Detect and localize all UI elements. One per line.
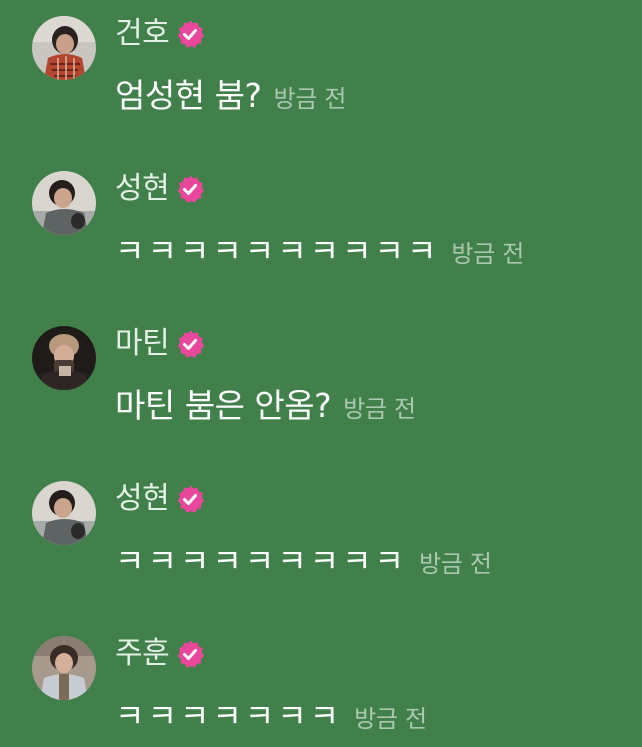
message-header: 건호 xyxy=(115,14,205,54)
message-time: 방금 전 xyxy=(354,705,427,733)
message-header: 마틴 xyxy=(115,324,205,364)
message-text: 엄성현 붐? xyxy=(115,76,262,115)
message-time: 방금 전 xyxy=(451,240,525,268)
author-name[interactable]: 성현 xyxy=(115,169,170,209)
message-header: 성현 xyxy=(115,169,205,209)
chat-message: 성현 ㅋㅋㅋㅋㅋㅋㅋㅋㅋ 방금 전 xyxy=(0,465,642,585)
message-time: 방금 전 xyxy=(273,85,347,113)
message-text: 마틴 붐은 안옴? xyxy=(115,386,332,425)
message-text: ㅋㅋㅋㅋㅋㅋㅋ xyxy=(115,697,343,735)
message-body: ㅋㅋㅋㅋㅋㅋㅋㅋㅋㅋ 방금 전 xyxy=(115,227,524,275)
verified-badge-icon xyxy=(175,19,205,49)
message-body: 마틴 붐은 안옴? 방금 전 xyxy=(115,382,416,430)
avatar[interactable] xyxy=(32,481,96,545)
author-name[interactable]: 성현 xyxy=(115,479,170,519)
chat-feed: 건호 엄성현 붐? 방금 전 성현 ㅋㅋㅋㅋㅋㅋㅋㅋㅋㅋ 방금 전 마틴 마틴 … xyxy=(0,0,642,747)
message-header: 성현 xyxy=(115,479,205,519)
verified-badge-icon xyxy=(175,484,205,514)
avatar[interactable] xyxy=(32,16,96,80)
avatar[interactable] xyxy=(32,171,96,235)
chat-message: 성현 ㅋㅋㅋㅋㅋㅋㅋㅋㅋㅋ 방금 전 xyxy=(0,155,642,275)
verified-badge-icon xyxy=(175,174,205,204)
author-name[interactable]: 주훈 xyxy=(115,634,170,674)
avatar[interactable] xyxy=(32,636,96,700)
avatar[interactable] xyxy=(32,326,96,390)
chat-message: 건호 엄성현 붐? 방금 전 xyxy=(0,0,642,120)
message-header: 주훈 xyxy=(115,634,205,674)
message-text: ㅋㅋㅋㅋㅋㅋㅋㅋㅋㅋ xyxy=(115,232,440,270)
chat-message: 주훈 ㅋㅋㅋㅋㅋㅋㅋ 방금 전 xyxy=(0,620,642,740)
message-text: ㅋㅋㅋㅋㅋㅋㅋㅋㅋ xyxy=(115,542,407,580)
message-time: 방금 전 xyxy=(343,395,416,423)
message-time: 방금 전 xyxy=(418,550,492,578)
author-name[interactable]: 마틴 xyxy=(115,324,170,364)
message-body: 엄성현 붐? 방금 전 xyxy=(115,72,346,120)
message-body: ㅋㅋㅋㅋㅋㅋㅋ 방금 전 xyxy=(115,692,427,740)
chat-message: 마틴 마틴 붐은 안옴? 방금 전 xyxy=(0,310,642,430)
message-body: ㅋㅋㅋㅋㅋㅋㅋㅋㅋ 방금 전 xyxy=(115,537,492,585)
author-name[interactable]: 건호 xyxy=(115,14,170,54)
verified-badge-icon xyxy=(175,329,205,359)
verified-badge-icon xyxy=(175,639,205,669)
